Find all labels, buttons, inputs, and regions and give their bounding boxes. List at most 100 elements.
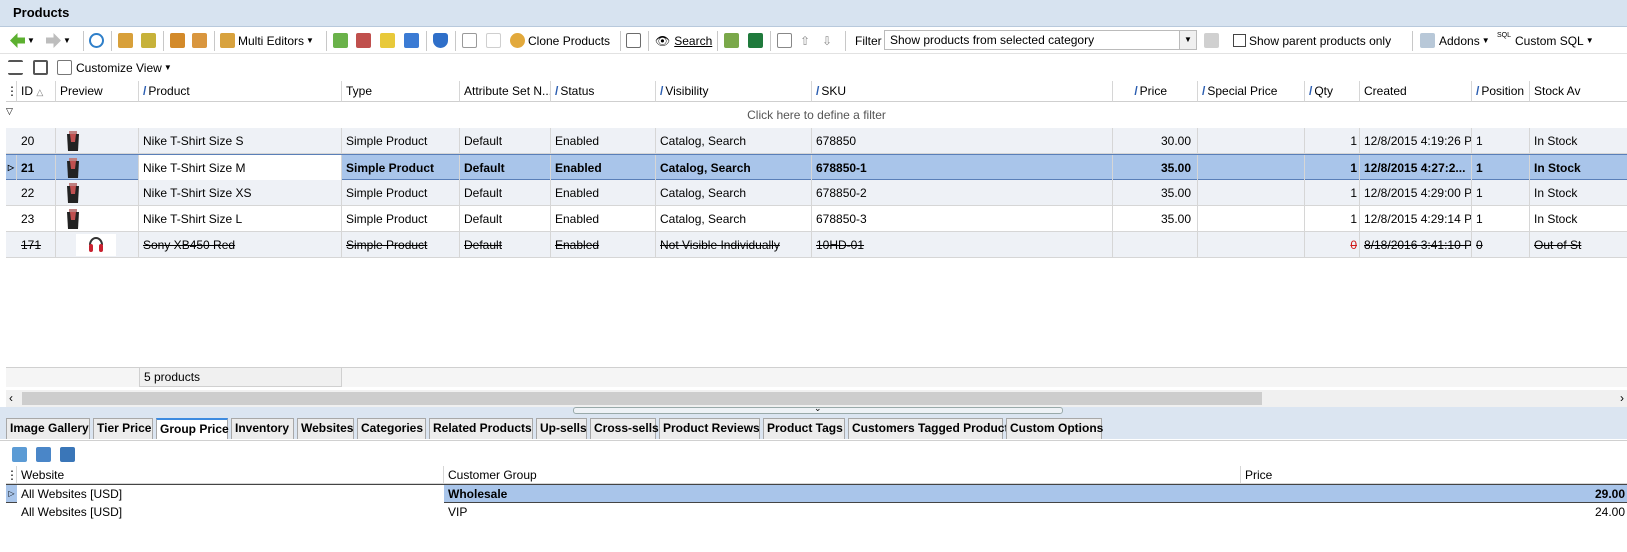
cell-preview [56,128,139,154]
edit-product-button[interactable] [141,32,156,49]
copy-button[interactable] [462,32,477,49]
back-button[interactable]: ▼ [10,32,35,49]
cell-visibility: Not Visible Individually [656,232,812,258]
sort-asc-button[interactable]: ⇧ [800,32,810,49]
cell-position: 1 [1472,180,1530,206]
refresh-button[interactable] [89,32,104,49]
cell-qty: 1 [1305,180,1360,206]
delete-group-price-button[interactable] [60,446,75,463]
scroll-left-icon[interactable]: ‹ [9,391,13,405]
table-row[interactable]: 23 Nike T-Shirt Size L Simple Product De… [6,206,1627,232]
export-button[interactable] [626,32,641,49]
shield-button[interactable] [433,32,448,49]
sort-desc-button[interactable]: ⇩ [822,32,832,49]
tool-button-1[interactable] [333,32,348,49]
cell-attribute-set: Default [460,155,551,181]
tab-image-gallery[interactable]: Image Gallery [6,418,90,439]
copy-product-button[interactable] [192,32,207,49]
tab-inventory[interactable]: Inventory [231,418,294,439]
column-position[interactable]: / Position [1472,81,1530,102]
table-row-selected[interactable]: ▷ All Websites [USD] Wholesale 29.00 [6,484,1627,504]
column-type[interactable]: Type [342,81,460,102]
cell-price: 24.00 [1594,505,1625,519]
table-row[interactable]: 20 Nike T-Shirt Size S Simple Product De… [6,128,1627,154]
table-row[interactable]: 22 Nike T-Shirt Size XS Simple Product D… [6,180,1627,206]
cell-sku: 678850-3 [812,206,1113,232]
scrollbar-thumb[interactable] [22,392,1262,405]
search-button[interactable]: 👁 Search [655,32,712,49]
cell-product: Nike T-Shirt Size M [139,155,342,181]
fit-columns-button[interactable] [8,59,23,76]
cell-qty: 0 [1305,232,1360,258]
chevron-down-icon[interactable]: ▼ [1179,31,1196,49]
delete-product-button[interactable] [170,32,185,49]
table-row-disabled[interactable]: 171 Sony XB450 Red Simple Product Defaul… [6,232,1627,258]
tab-product-reviews[interactable]: Product Reviews [659,418,760,439]
tab-categories[interactable]: Categories [357,418,426,439]
customize-view-button[interactable]: Customize View ▼ [57,59,172,76]
products-grid: ⋮ ID △ Preview / Product Type Attribute S… [6,81,1627,394]
scroll-right-icon[interactable]: › [1620,391,1624,405]
magento-button[interactable] [724,32,739,49]
excel-button[interactable] [748,32,763,49]
cell-sku: 678850-1 [812,155,1113,181]
cell-status: Enabled [551,232,656,258]
tab-tier-price[interactable]: Tier Price [93,418,153,439]
column-group-price[interactable]: Price [1241,466,1627,484]
tab-group-price[interactable]: Group Price [156,418,229,439]
tab-up-sells[interactable]: Up-sells [536,418,587,439]
column-special-price[interactable]: / Special Price [1198,81,1305,102]
addons-button[interactable]: Addons ▼ [1420,32,1490,49]
tab-product-tags[interactable]: Product Tags [763,418,845,439]
tab-websites[interactable]: Websites [297,418,354,439]
column-created[interactable]: Created [1360,81,1472,102]
window-titlebar: Products [0,0,1627,27]
show-parent-checkbox[interactable]: Show parent products only [1233,32,1391,49]
collapse-chevron-icon[interactable]: ⌄ [814,403,822,414]
tab-related-products[interactable]: Related Products [429,418,533,439]
tab-cross-sells[interactable]: Cross-sells [590,418,659,439]
column-product[interactable]: / Product [139,81,342,102]
column-stock[interactable]: Stock Av [1530,81,1627,102]
row-selector-header: ⋮ [6,81,17,102]
search-icon: 👁 [655,33,671,48]
paste-button[interactable] [486,32,501,49]
tool-button-2[interactable] [356,32,371,49]
paste-icon [486,33,501,48]
clone-products-button[interactable]: Clone Products [510,32,610,49]
filter-row[interactable]: Click here to define a filter [6,102,1627,128]
tab-customers-tagged-product[interactable]: Customers Tagged Product [848,418,1008,439]
cell-preview [56,232,139,258]
column-attribute-set[interactable]: Attribute Set N... [460,81,551,102]
columns-button[interactable] [777,32,792,49]
column-customer-group[interactable]: Customer Group [444,466,1241,484]
sort-desc-icon: ⇩ [822,33,833,48]
table-row-selected[interactable]: ▷ 21 Nike T-Shirt Size M Simple Product … [6,154,1627,181]
filter-select[interactable]: Show products from selected category ▼ [884,30,1197,50]
custom-sql-button[interactable]: SQL Custom SQL ▼ [1497,32,1594,49]
cell-sku: 678850 [812,128,1113,154]
column-status[interactable]: / Status [551,81,656,102]
column-price[interactable]: / Price [1113,81,1198,102]
forward-button[interactable]: ▼ [46,32,71,49]
column-preview[interactable]: Preview [56,81,139,102]
column-visibility[interactable]: / Visibility [656,81,812,102]
add-product-button[interactable] [118,32,133,49]
product-count: 5 products [139,368,342,387]
cell-type: Simple Product [342,155,460,181]
edit-group-price-button[interactable] [36,446,51,463]
tool-button-3[interactable] [380,32,395,49]
table-row[interactable]: All Websites [USD] VIP 24.00 [6,503,1627,522]
column-id[interactable]: ID △ [17,81,56,102]
clear-filter-button[interactable] [1204,32,1219,49]
multi-editors-button[interactable]: Multi Editors ▼ [220,32,314,49]
add-group-price-button[interactable] [12,446,27,463]
tool-button-4[interactable] [404,32,419,49]
tab-custom-options[interactable]: Custom Options [1006,418,1103,439]
auto-size-button[interactable] [33,59,48,76]
panel-splitter[interactable]: ⌄ [0,403,1627,417]
column-qty[interactable]: / Qty [1305,81,1360,102]
column-sku[interactable]: / SKU [812,81,1113,102]
column-website[interactable]: Website [17,466,444,484]
cell-price [1113,232,1198,258]
